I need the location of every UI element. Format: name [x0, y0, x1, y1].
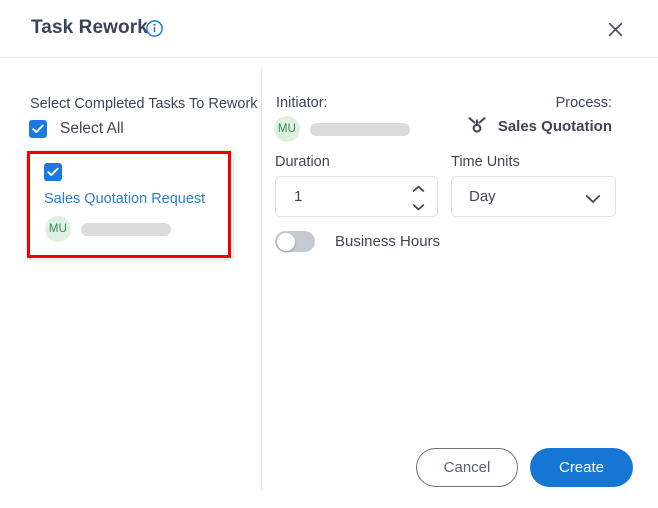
initiator-name-redacted — [310, 122, 410, 136]
process-value: Sales Quotation — [466, 114, 612, 139]
page-title: Task Rework — [31, 17, 148, 38]
select-all-label: Select All — [60, 120, 124, 137]
process-name: Sales Quotation — [497, 118, 612, 135]
chevron-up-icon — [412, 185, 424, 192]
initiator-value: MU — [274, 116, 410, 142]
task-card-sales-quotation-request[interactable]: Sales Quotation Request MU — [26, 150, 234, 260]
close-icon[interactable] — [600, 14, 630, 44]
task-checkbox[interactable] — [44, 163, 62, 181]
chevron-down-icon — [412, 204, 424, 211]
time-units-value: Day — [469, 188, 496, 205]
process-node-icon — [466, 114, 488, 139]
business-hours-toggle[interactable] — [275, 231, 315, 252]
avatar: MU — [45, 216, 71, 242]
task-assignee: MU — [45, 216, 171, 242]
toggle-knob — [276, 232, 295, 251]
process-label: Process: — [555, 95, 612, 111]
duration-input[interactable]: 1 — [275, 176, 438, 217]
chevron-down-icon[interactable] — [585, 191, 601, 209]
task-rework-dialog: Task Rework Select Completed Tasks To Re… — [0, 0, 658, 508]
time-units-label: Time Units — [451, 154, 520, 170]
task-selection-heading: Select Completed Tasks To Rework — [30, 96, 258, 112]
task-selection-panel: Select Completed Tasks To Rework Select … — [0, 58, 261, 508]
avatar: MU — [274, 116, 300, 142]
business-hours-row[interactable]: Business Hours — [275, 231, 440, 252]
rework-settings-panel: Initiator: MU Process: Sales Quotation D… — [262, 58, 658, 508]
quantity-stepper[interactable] — [410, 185, 426, 211]
initiator-label: Initiator: — [276, 95, 328, 111]
cancel-button[interactable]: Cancel — [416, 448, 518, 487]
duration-label: Duration — [275, 154, 330, 170]
assignee-name-redacted — [81, 222, 171, 236]
time-units-select[interactable]: Day — [451, 176, 616, 217]
select-all-row[interactable]: Select All — [29, 120, 124, 138]
select-all-checkbox[interactable] — [29, 120, 47, 138]
task-title-link[interactable]: Sales Quotation Request — [44, 191, 205, 207]
dialog-header: Task Rework — [0, 0, 658, 58]
info-icon[interactable] — [146, 20, 163, 37]
create-button[interactable]: Create — [530, 448, 633, 487]
business-hours-label: Business Hours — [335, 233, 441, 250]
duration-value: 1 — [294, 188, 303, 205]
